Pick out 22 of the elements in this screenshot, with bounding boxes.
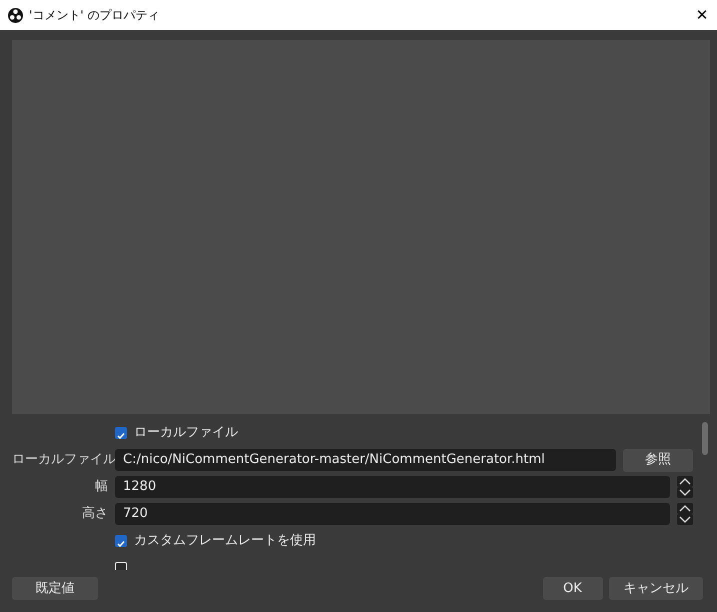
cancel-button[interactable]: キャンセル [609, 577, 703, 600]
close-button[interactable]: ✕ [687, 0, 717, 30]
checkbox-label: ローカルファイル [134, 424, 238, 442]
checkbox[interactable] [115, 427, 127, 439]
field-label: 高さ [82, 506, 108, 522]
ok-button[interactable]: OK [542, 577, 602, 600]
spin-up-icon[interactable] [677, 476, 693, 487]
path-field[interactable]: C:/nico/NiCommentGenerator-master/NiCommentGenerator.html [115, 449, 616, 471]
spin-down-icon[interactable] [677, 514, 693, 525]
window-title: 'コメント' のプロパティ [29, 7, 160, 24]
spin-down-icon[interactable] [677, 487, 693, 498]
spin-up-icon[interactable] [677, 503, 693, 514]
app-logo-icon [8, 8, 23, 22]
browse-button[interactable]: 参照 [623, 448, 693, 472]
scrollbar-thumb[interactable] [702, 422, 708, 455]
defaults-button[interactable]: 既定値 [12, 577, 98, 600]
number-field[interactable]: 720 [115, 503, 670, 525]
number-field[interactable]: 1280 [115, 476, 670, 498]
field-label: ローカルファイル [12, 452, 116, 468]
checkbox[interactable] [115, 535, 127, 547]
field-label: 幅 [95, 479, 108, 494]
checkbox-label: カスタムフレームレートを使用 [134, 532, 316, 550]
